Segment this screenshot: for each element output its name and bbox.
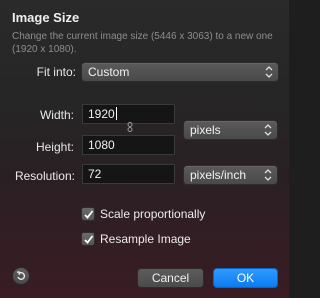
revert-button[interactable] — [12, 267, 30, 285]
size-unit-popup[interactable]: pixels — [183, 120, 278, 140]
width-value: 1920 — [88, 107, 115, 121]
fit-into-value: Custom — [88, 65, 130, 79]
resolution-label: Resolution: — [14, 169, 75, 183]
scale-proportionally-label: Scale proportionally — [100, 207, 206, 221]
resample-image-checkbox[interactable] — [81, 232, 95, 246]
popup-arrows-icon — [264, 124, 272, 136]
height-value: 1080 — [88, 138, 115, 152]
resolution-unit-popup[interactable]: pixels/inch — [183, 165, 278, 185]
resolution-value: 72 — [88, 167, 102, 181]
fit-into-label: Fit into: — [36, 65, 76, 79]
width-field[interactable]: 1920 — [82, 104, 175, 124]
resample-image-label: Resample Image — [100, 232, 191, 246]
checkmark-icon — [84, 235, 94, 244]
resolution-unit-value: pixels/inch — [190, 168, 247, 182]
cancel-button[interactable]: Cancel — [137, 268, 204, 288]
width-label: Width: — [39, 108, 74, 122]
checkmark-icon — [84, 210, 94, 219]
image-size-dialog: Image Size Change the current image size… — [0, 0, 289, 298]
dialog-description: Change the current image size (5446 x 30… — [12, 31, 273, 55]
height-field[interactable]: 1080 — [82, 135, 175, 155]
height-label: Height: — [35, 140, 74, 154]
link-proportions-icon[interactable] — [126, 122, 134, 132]
dialog-title: Image Size — [12, 10, 80, 25]
size-unit-value: pixels — [190, 123, 221, 137]
ok-button[interactable]: OK — [213, 268, 278, 288]
resample-image-option[interactable]: Resample Image — [81, 232, 261, 248]
resolution-field[interactable]: 72 — [82, 164, 175, 184]
scale-proportionally-option[interactable]: Scale proportionally — [81, 207, 261, 223]
popup-arrows-icon — [265, 66, 273, 78]
fit-into-popup[interactable]: Custom — [81, 62, 279, 82]
scale-proportionally-checkbox[interactable] — [81, 207, 95, 221]
popup-arrows-icon — [264, 169, 272, 181]
revert-arrow-icon — [16, 271, 26, 280]
text-caret — [115, 107, 117, 120]
